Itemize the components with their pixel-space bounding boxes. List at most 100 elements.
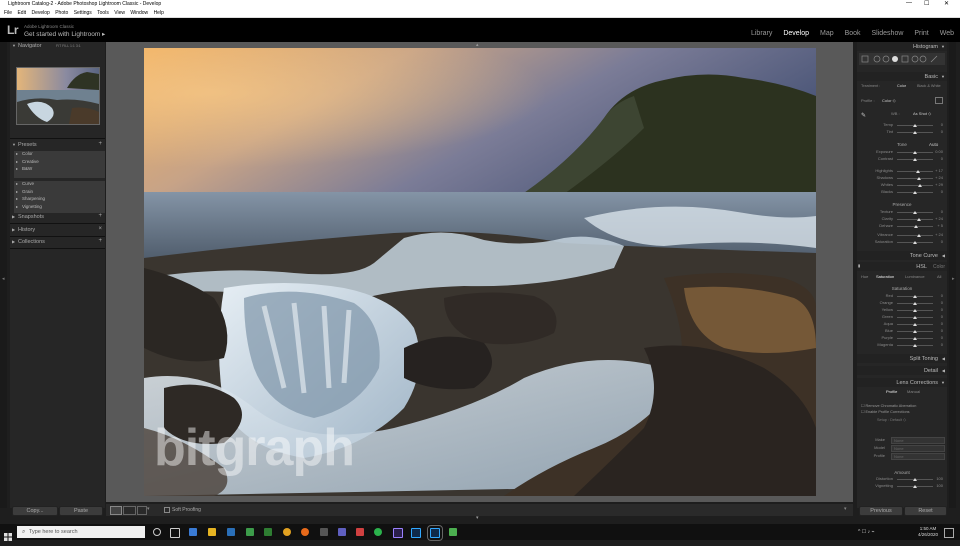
slider-value[interactable]: 100 xyxy=(936,483,943,488)
slider-row[interactable]: Vibrance + 24 xyxy=(859,232,945,238)
menu-settings[interactable]: Settings xyxy=(74,10,92,16)
remove-ca-checkbox[interactable]: ☐ Remove Chromatic Aberration xyxy=(861,403,916,408)
toolbar-menu-arrow-icon[interactable]: ▾ xyxy=(844,506,847,512)
slider-track[interactable] xyxy=(897,219,933,220)
slider-row[interactable]: Red 0 xyxy=(859,293,945,299)
module-web[interactable]: Web xyxy=(940,30,954,37)
excel-icon[interactable] xyxy=(264,528,272,536)
preset-group-bw[interactable]: B&W xyxy=(14,166,105,174)
menu-file[interactable]: File xyxy=(4,10,12,16)
add-collection-button[interactable]: + xyxy=(98,238,102,244)
soft-proofing-checkbox[interactable] xyxy=(164,507,170,513)
slider-knob[interactable] xyxy=(913,130,917,134)
preset-group-sharpening[interactable]: Sharpening xyxy=(14,196,105,204)
slider-knob[interactable] xyxy=(913,301,917,305)
slider-knob[interactable] xyxy=(913,150,917,154)
slider-row[interactable]: Clarity + 24 xyxy=(859,216,945,222)
slider-knob[interactable] xyxy=(913,157,917,161)
detail-header[interactable]: Detail ◀ xyxy=(857,366,947,375)
slider-knob[interactable] xyxy=(913,294,917,298)
slider-knob[interactable] xyxy=(918,183,923,187)
top-panel-arrow-icon[interactable]: ▴ xyxy=(476,42,479,48)
menu-help[interactable]: Help xyxy=(154,10,164,16)
slider-knob[interactable] xyxy=(913,190,917,194)
lens-field-select[interactable]: None xyxy=(891,437,945,444)
minimize-button[interactable]: — xyxy=(906,0,912,6)
slider-track[interactable] xyxy=(897,178,933,179)
firefox-icon[interactable] xyxy=(301,528,309,536)
slider-value[interactable]: 0 xyxy=(941,307,943,312)
spotify-icon[interactable] xyxy=(246,528,254,536)
slider-row[interactable]: Purple 0 xyxy=(859,335,945,341)
slider-knob[interactable] xyxy=(913,322,917,326)
treatment-color-option[interactable]: Color xyxy=(897,84,906,88)
slider-value[interactable]: 0.00 xyxy=(935,149,943,154)
slider-knob[interactable] xyxy=(914,224,919,228)
app-icon-3[interactable] xyxy=(449,528,457,536)
get-started-link[interactable]: Get started with Lightroom ▸ xyxy=(24,30,105,38)
maximize-button[interactable]: ☐ xyxy=(924,0,929,7)
enable-profile-checkbox[interactable]: ☐ Enable Profile Corrections xyxy=(861,409,910,414)
lens-tab-profile[interactable]: Profile xyxy=(886,389,897,394)
task-view-icon[interactable] xyxy=(170,528,180,538)
auto-tone-button[interactable]: Auto xyxy=(929,142,938,147)
app-icon-2[interactable] xyxy=(356,528,364,536)
preset-group-vignetting[interactable]: Vignetting xyxy=(14,204,105,212)
module-library[interactable]: Library xyxy=(751,30,772,37)
slider-value[interactable]: 0 xyxy=(941,321,943,326)
slider-value[interactable]: + 24 xyxy=(935,216,943,221)
wb-select[interactable]: As Shot ◇ xyxy=(913,111,931,116)
basic-header[interactable]: Basic ▼ xyxy=(857,72,947,81)
slider-value[interactable]: 0 xyxy=(941,300,943,305)
file-explorer-icon[interactable] xyxy=(208,528,216,536)
teams-icon[interactable] xyxy=(338,528,346,536)
module-print[interactable]: Print xyxy=(914,30,928,37)
clear-history-button[interactable]: × xyxy=(98,226,102,232)
module-develop[interactable]: Develop xyxy=(783,30,809,37)
slider-value[interactable]: 0 xyxy=(941,129,943,134)
presets-header[interactable]: ▼ Presets + xyxy=(10,141,105,150)
lens-field-row[interactable]: Profile None xyxy=(859,453,945,460)
menu-develop[interactable]: Develop xyxy=(31,10,49,16)
hsl-tab-saturation[interactable]: Saturation xyxy=(876,274,894,279)
navigator-zoom-options[interactable]: FIT FILL 1:1 3:1 xyxy=(56,44,81,48)
slider-row[interactable]: Vignetting 100 xyxy=(859,483,945,489)
hsl-tab-luminance[interactable]: Luminance xyxy=(905,274,925,279)
collections-header[interactable]: ▶ Collections + xyxy=(10,238,105,247)
module-book[interactable]: Book xyxy=(845,30,861,37)
add-preset-button[interactable]: + xyxy=(98,141,102,147)
preset-group-color[interactable]: Color xyxy=(14,151,105,159)
reset-button[interactable]: Reset xyxy=(904,506,947,516)
eyedropper-icon[interactable]: ✎ xyxy=(861,112,866,119)
slider-value[interactable]: 100 xyxy=(936,476,943,481)
slider-track[interactable] xyxy=(897,235,933,236)
slider-value[interactable]: + 17 xyxy=(935,168,943,173)
system-tray-icons[interactable]: ^ ☐ ♪ ⌁ xyxy=(858,529,875,535)
windows-start-icon[interactable] xyxy=(4,528,12,541)
photo-preview[interactable]: bitgraph xyxy=(144,48,816,496)
app-icon-1[interactable] xyxy=(320,528,328,536)
preset-group-creative[interactable]: Creative xyxy=(14,159,105,167)
chrome-icon[interactable] xyxy=(283,528,291,536)
slider-row[interactable]: Texture 0 xyxy=(859,209,945,215)
notification-icon[interactable] xyxy=(944,528,954,538)
slider-knob[interactable] xyxy=(915,169,920,173)
lens-setup-select[interactable]: Setup : Default ◇ xyxy=(877,417,906,422)
slider-knob[interactable] xyxy=(917,176,922,180)
slider-value[interactable]: + 29 xyxy=(935,182,943,187)
close-button[interactable]: ✕ xyxy=(944,0,949,7)
navigator-thumbnail[interactable] xyxy=(16,67,100,125)
lens-field-select[interactable]: None xyxy=(891,453,945,460)
right-panel-arrow-icon[interactable]: ▸ xyxy=(952,276,955,282)
dropdown-arrow-icon[interactable]: ▾ xyxy=(147,506,150,512)
slider-row[interactable]: Orange 0 xyxy=(859,300,945,306)
slider-knob[interactable] xyxy=(917,233,922,237)
photoshop-icon[interactable] xyxy=(411,528,421,538)
left-edge-toggle[interactable] xyxy=(0,42,7,508)
slider-row[interactable]: Highlights + 17 xyxy=(859,168,945,174)
slider-row[interactable]: Dehaze + 5 xyxy=(859,223,945,229)
slider-value[interactable]: 0 xyxy=(941,293,943,298)
loupe-view-icon[interactable] xyxy=(110,506,122,515)
slider-value[interactable]: 0 xyxy=(941,239,943,244)
slider-track[interactable] xyxy=(897,185,933,186)
